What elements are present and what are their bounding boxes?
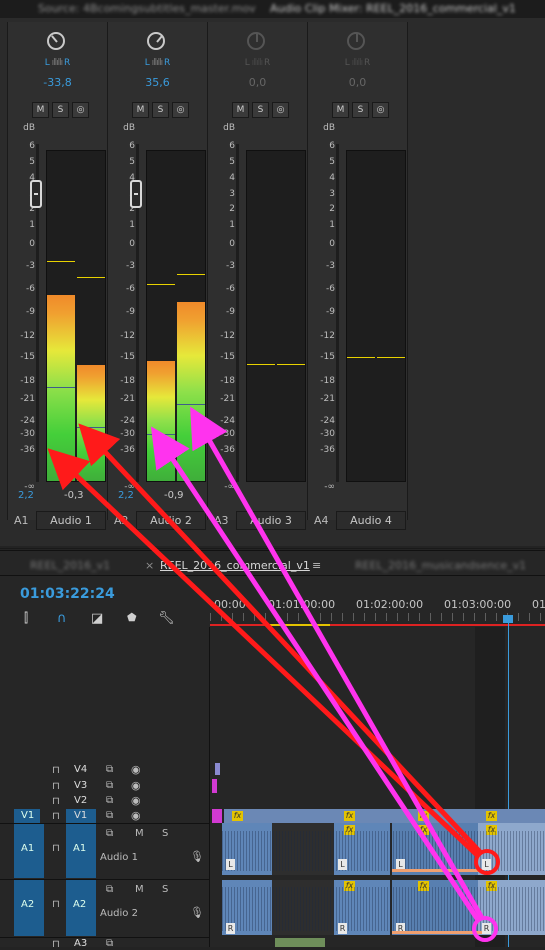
pink-arrow (190, 406, 485, 920)
red-arrow (78, 423, 482, 854)
pink-arrow (150, 426, 481, 922)
pink-arrows (150, 406, 498, 942)
annotation-overlay (47, 406, 500, 942)
left-channel-circle (474, 849, 500, 875)
red-arrows (47, 423, 500, 875)
right-channel-circle (472, 916, 498, 942)
